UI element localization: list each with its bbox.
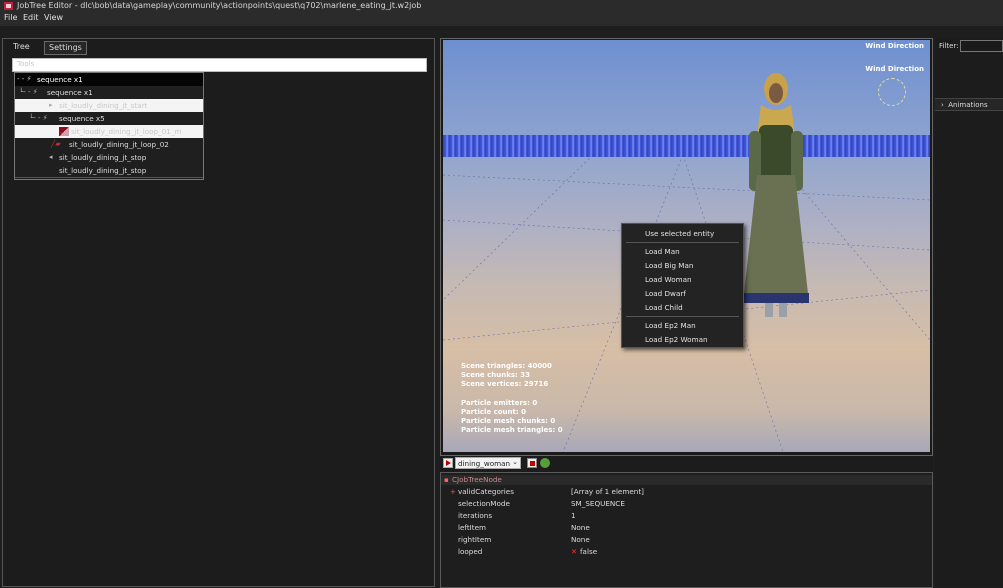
menu-item-load-child[interactable]: Load Child: [645, 303, 683, 312]
menu-item-load-dwarf[interactable]: Load Dwarf: [645, 289, 686, 298]
window-title: JobTree Editor - dlc\bob\data\gameplay\c…: [17, 1, 422, 10]
tree-node[interactable]: sit_loudly_dining_jt_stop: [15, 164, 203, 178]
properties-class-name: CJobTreeNode: [452, 475, 502, 484]
menu-view[interactable]: View: [44, 13, 63, 22]
stat-line: Particle emitters: 0: [461, 399, 538, 407]
stop-button[interactable]: [527, 458, 537, 468]
menu-item-load-big-man[interactable]: Load Big Man: [645, 261, 693, 270]
filter-input[interactable]: [960, 40, 1003, 52]
property-row[interactable]: rightItem None: [441, 534, 932, 546]
animations-section-label: Animations: [948, 101, 988, 109]
tree-node-label: sequence x5: [59, 114, 105, 123]
expand-icon[interactable]: +: [450, 486, 456, 498]
stat-line: Particle mesh chunks: 0: [461, 417, 556, 425]
chevron-down-icon: ⌄: [512, 458, 518, 466]
window-title-bar: JobTree Editor - dlc\bob\data\gameplay\c…: [0, 0, 1003, 12]
property-name: looped: [458, 547, 483, 556]
menu-item-load-ep2-man[interactable]: Load Ep2 Man: [645, 321, 696, 330]
menu-item-load-woman[interactable]: Load Woman: [645, 275, 692, 284]
menu-separator: [626, 316, 739, 317]
tree-node-label: sequence x1: [37, 75, 83, 84]
app-icon: [4, 2, 13, 10]
property-row[interactable]: iterations 1: [441, 510, 932, 522]
menu-separator: [626, 242, 739, 243]
tab-tree[interactable]: Tree: [9, 41, 34, 53]
property-value[interactable]: None: [571, 534, 590, 546]
menu-bar: File Edit View: [0, 12, 1003, 26]
tree-node[interactable]: ◂ sit_loudly_dining_jt_stop: [15, 151, 203, 165]
tree-node-label: sit_loudly_dining_jt_stop: [59, 166, 147, 175]
tree-node[interactable]: └- - ⚡ sequence x1: [15, 86, 203, 100]
play-icon: ▸: [49, 101, 53, 109]
tree-node[interactable]: └- - ⚡ sequence x5: [15, 112, 203, 126]
menu-file[interactable]: File: [4, 13, 17, 22]
animations-panel: Filter: › Animations: [935, 38, 1003, 587]
refresh-icon[interactable]: [540, 458, 550, 468]
property-name: rightItem: [458, 535, 492, 544]
stat-line: Scene vertices: 29716: [461, 380, 549, 388]
property-value[interactable]: 1: [571, 510, 576, 522]
property-value[interactable]: SM_SEQUENCE: [571, 498, 625, 510]
property-row[interactable]: selectionMode SM_SEQUENCE: [441, 498, 932, 510]
menu-item-use-selected-entity[interactable]: Use selected entity: [645, 229, 714, 238]
properties-panel: ▪ CJobTreeNode + validCategories [Array …: [440, 472, 933, 588]
property-value: false: [580, 547, 598, 556]
property-name: iterations: [458, 511, 493, 520]
wind-direction-label: Wind Direction: [865, 65, 924, 73]
menu-edit[interactable]: Edit: [23, 13, 39, 22]
chevron-right-icon: ›: [941, 101, 944, 109]
property-row[interactable]: + validCategories [Array of 1 element]: [441, 486, 932, 498]
entity-select-value: dining_woman: [458, 459, 511, 468]
job-tree: - - ⚡ sequence x1 └- - ⚡ sequence x1 ▸ s…: [14, 72, 204, 180]
tree-expander-icon: └- - ⚡: [29, 114, 48, 122]
property-value[interactable]: [Array of 1 element]: [571, 486, 644, 498]
context-menu: Use selected entity Load Man Load Big Ma…: [621, 223, 744, 348]
tools-label: Tools: [17, 60, 35, 68]
tree-node-label: sit_loudly_dining_jt_loop_02: [69, 140, 169, 149]
horizon-grid: [443, 135, 930, 157]
stat-line: Particle mesh triangles: 0: [461, 426, 563, 434]
false-x-icon: ✕: [571, 547, 578, 556]
tree-node-label: sequence x1: [47, 88, 93, 97]
wind-direction-label: Wind Direction: [865, 42, 924, 50]
tree-node-label: sit_loudly_dining_jt_loop_01_m: [71, 127, 182, 136]
animations-section[interactable]: › Animations: [935, 98, 1003, 111]
menu-item-load-man[interactable]: Load Man: [645, 247, 680, 256]
property-row[interactable]: looped ✕ false: [441, 546, 932, 558]
property-name: selectionMode: [458, 499, 510, 508]
tree-expander-icon: - - ⚡: [17, 75, 32, 83]
tree-node[interactable]: ╱▰ sit_loudly_dining_jt_loop_02: [15, 138, 203, 152]
stat-line: Scene chunks: 33: [461, 371, 531, 379]
character-preview: [743, 73, 809, 317]
stat-line: Scene triangles: 40000: [461, 362, 552, 370]
wind-gizmo: [878, 78, 906, 106]
filter-label: Filter:: [939, 42, 959, 50]
tree-node-label: sit_loudly_dining_jt_stop: [59, 153, 147, 162]
tab-settings[interactable]: Settings: [44, 41, 87, 55]
entity-select[interactable]: dining_woman ⌄: [455, 457, 521, 469]
animations-label: › Animations: [941, 101, 988, 109]
tree-expander-icon: └- - ⚡: [19, 88, 38, 96]
animation-icon: ╱▰: [51, 140, 61, 148]
scene-stats: Scene triangles: 40000 Scene chunks: 33 …: [461, 362, 563, 435]
tree-node-label: sit_loudly_dining_jt_start: [59, 101, 148, 110]
property-row[interactable]: leftItem None: [441, 522, 932, 534]
animation-controls: dining_woman ⌄: [440, 456, 933, 472]
property-value-looped[interactable]: ✕ false: [571, 546, 597, 558]
chevron-left-icon: ◂: [49, 153, 53, 161]
animation-icon: [59, 127, 69, 136]
tree-node[interactable]: ▸ sit_loudly_dining_jt_start: [15, 99, 203, 113]
stat-line: Particle count: 0: [461, 408, 526, 416]
properties-header[interactable]: ▪ CJobTreeNode: [441, 475, 932, 485]
tree-node[interactable]: - - ⚡ sequence x1: [15, 73, 203, 87]
property-name: leftItem: [458, 523, 487, 532]
tree-node[interactable]: sit_loudly_dining_jt_loop_01_m: [15, 125, 203, 139]
tools-bar[interactable]: Tools: [12, 58, 427, 72]
collapse-icon[interactable]: ▪: [444, 476, 449, 484]
play-button[interactable]: [443, 458, 453, 468]
stat-line: [461, 389, 563, 399]
property-name: validCategories: [458, 487, 514, 496]
menu-item-load-ep2-woman[interactable]: Load Ep2 Woman: [645, 335, 708, 344]
property-value[interactable]: None: [571, 522, 590, 534]
